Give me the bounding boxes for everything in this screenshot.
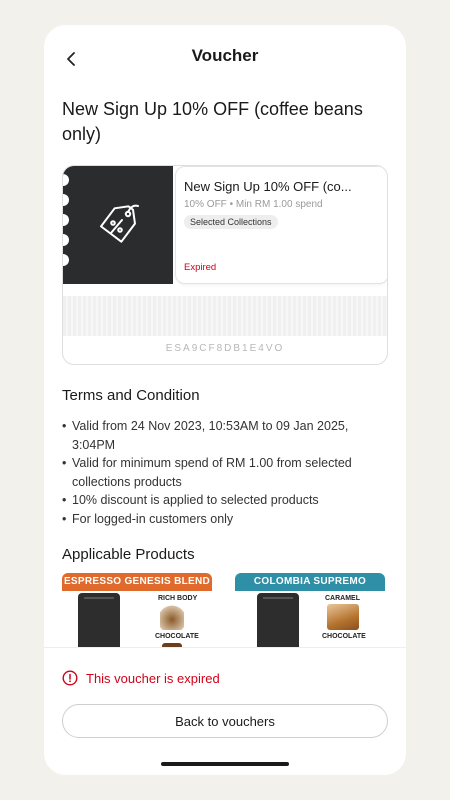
products-title: Applicable Products bbox=[62, 546, 195, 563]
terms-item: Valid from 24 Nov 2023, 10:53AM to 09 Ja… bbox=[62, 417, 382, 454]
voucher-min-spend: Min RM 1.00 spend bbox=[235, 199, 323, 210]
home-indicator bbox=[161, 762, 289, 766]
product-name: ESPRESSO GENESIS BLEND bbox=[62, 573, 212, 591]
discount-tag-icon bbox=[100, 204, 139, 243]
terms-item: 10% discount is applied to selected prod… bbox=[62, 491, 382, 510]
voucher-discount: 10% OFF bbox=[184, 199, 227, 210]
header: Voucher bbox=[44, 25, 406, 85]
flavor-image bbox=[327, 604, 359, 630]
voucher-code: ESA9CF8DB1E4VO bbox=[165, 343, 285, 354]
flavor-image bbox=[160, 604, 184, 630]
page-title: Voucher bbox=[191, 46, 259, 65]
product-flavor: RICH BODY bbox=[158, 595, 198, 602]
terms-item: Valid for minimum spend of RM 1.00 from … bbox=[62, 454, 382, 491]
product-flavor: CHOCOLATE bbox=[155, 633, 199, 640]
footer-actions: This voucher is expired Back to vouchers bbox=[44, 647, 406, 775]
alert-circle-icon bbox=[62, 670, 78, 686]
voucher-card-title: New Sign Up 10% OFF (co... bbox=[184, 179, 352, 194]
voucher-ticket-stub bbox=[63, 166, 173, 284]
expired-message: This voucher is expired bbox=[86, 670, 220, 686]
product-flavor: CARAMEL bbox=[325, 595, 360, 602]
voucher-card: New Sign Up 10% OFF (co... 10% OFF • Min… bbox=[62, 165, 388, 365]
terms-item: For logged-in customers only bbox=[62, 510, 382, 529]
voucher-screen: Voucher New Sign Up 10% OFF (coffee bean… bbox=[44, 25, 406, 775]
coffee-bag-image bbox=[78, 593, 120, 651]
product-card[interactable]: ESPRESSO GENESIS BLEND RICH BODY CHOCOLA… bbox=[62, 573, 212, 653]
collection-badge: Selected Collections bbox=[184, 215, 278, 229]
voucher-conditions: 10% OFF • Min RM 1.00 spend bbox=[184, 199, 323, 210]
back-to-vouchers-button[interactable]: Back to vouchers bbox=[62, 704, 388, 738]
product-name: COLOMBIA SUPREMO bbox=[235, 573, 385, 591]
voucher-details: New Sign Up 10% OFF (co... 10% OFF • Min… bbox=[175, 166, 387, 284]
product-flavor: CHOCOLATE bbox=[322, 633, 366, 640]
terms-list: Valid from 24 Nov 2023, 10:53AM to 09 Ja… bbox=[62, 417, 382, 528]
voucher-title: New Sign Up 10% OFF (coffee beans only) bbox=[62, 99, 363, 144]
status-label: Expired bbox=[184, 262, 217, 273]
coffee-bag-image bbox=[257, 593, 299, 651]
expired-notice: This voucher is expired bbox=[62, 669, 220, 687]
product-card[interactable]: COLOMBIA SUPREMO CARAMEL CHOCOLATE bbox=[235, 573, 385, 653]
terms-title: Terms and Condition bbox=[62, 387, 200, 404]
barcode bbox=[63, 296, 387, 336]
